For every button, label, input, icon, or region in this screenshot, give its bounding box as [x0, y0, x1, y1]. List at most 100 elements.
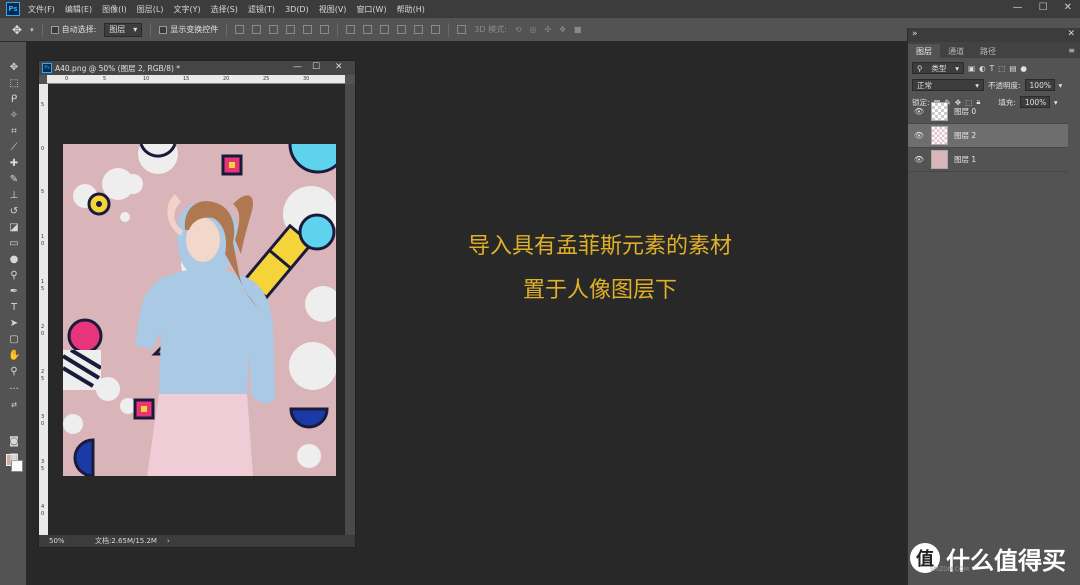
healing-brush-tool-icon[interactable]: ✚ — [8, 158, 20, 169]
tool-preset-dropdown-icon[interactable]: ▾ — [30, 26, 34, 34]
menu-window[interactable]: 窗口(W) — [356, 4, 386, 15]
tools-panel: ✥ ⬚ ᑭ ✧ ⌗ ⟋ ✚ ✎ ⊥ ↺ ◪ ▭ ● ⚲ ✒ T ➤ ▢ ✋ ⚲ … — [0, 42, 27, 585]
clone-stamp-tool-icon[interactable]: ⊥ — [8, 190, 20, 201]
canvas-area[interactable] — [48, 84, 345, 536]
menu-help[interactable]: 帮助(H) — [397, 4, 425, 15]
quick-mask-icon[interactable]: ◙ — [8, 436, 20, 447]
magic-wand-tool-icon[interactable]: ✧ — [8, 110, 20, 121]
screen-mode-icon[interactable]: ▣ — [8, 452, 20, 463]
document-size[interactable]: 文档:2.65M/15.2M — [95, 536, 157, 546]
doc-close-button[interactable]: ✕ — [335, 62, 343, 72]
align-right-icon[interactable] — [320, 25, 330, 34]
3d-rotate-icon[interactable]: ⟲ — [515, 25, 522, 34]
tab-paths[interactable]: 路径 — [972, 44, 1004, 58]
maximize-button[interactable]: ☐ — [1039, 2, 1048, 13]
brush-tool-icon[interactable]: ✎ — [8, 174, 20, 185]
layer-filter-dropdown[interactable]: ⚲ 类型 ▾ — [912, 62, 964, 74]
align-left-icon[interactable] — [286, 25, 296, 34]
move-tool-icon[interactable]: ✥ — [8, 62, 20, 73]
auto-align-icon[interactable] — [457, 25, 467, 34]
menu-view[interactable]: 视图(V) — [319, 4, 347, 15]
menu-type[interactable]: 文字(Y) — [173, 4, 200, 15]
auto-select-checkbox[interactable]: 自动选择: — [50, 24, 96, 35]
distribute-left-icon[interactable] — [397, 25, 407, 34]
distribute-top-icon[interactable] — [346, 25, 356, 34]
distribute-right-icon[interactable] — [431, 25, 441, 34]
menu-select[interactable]: 选择(S) — [211, 4, 238, 15]
type-tool-icon[interactable]: T — [8, 302, 20, 313]
shape-tool-icon[interactable]: ▢ — [8, 334, 20, 345]
layer-name[interactable]: 图层 2 — [954, 130, 976, 141]
close-button[interactable]: ✕ — [1064, 2, 1072, 13]
path-selection-tool-icon[interactable]: ➤ — [8, 318, 20, 329]
zoom-tool-icon[interactable]: ⚲ — [8, 366, 20, 377]
blend-mode-dropdown[interactable]: 正常 ▾ — [912, 79, 984, 91]
menu-layer[interactable]: 图层(L) — [137, 4, 164, 15]
filter-shape-icon[interactable]: ⬚ — [998, 64, 1005, 73]
lasso-tool-icon[interactable]: ᑭ — [8, 94, 20, 105]
canvas-image[interactable] — [63, 144, 336, 476]
distribute-bottom-icon[interactable] — [380, 25, 390, 34]
align-bottom-icon[interactable] — [269, 25, 279, 34]
visibility-eye-icon[interactable]: 👁︎ — [912, 107, 926, 116]
minimize-button[interactable]: — — [1013, 2, 1023, 13]
3d-roll-icon[interactable]: ◎ — [530, 25, 537, 34]
eraser-tool-icon[interactable]: ◪ — [8, 222, 20, 233]
status-menu-chevron-icon[interactable]: › — [167, 537, 170, 545]
tab-layers[interactable]: 图层 — [908, 44, 940, 58]
filter-smart-object-icon[interactable]: ▤ — [1009, 64, 1016, 73]
align-hcenter-icon[interactable] — [303, 25, 313, 34]
visibility-eye-icon[interactable]: 👁︎ — [912, 155, 926, 164]
zoom-level[interactable]: 50% — [49, 537, 95, 545]
layer-name[interactable]: 图层 0 — [954, 106, 976, 117]
auto-select-dropdown[interactable]: 图层 ▾ — [104, 22, 143, 37]
tab-channels[interactable]: 通道 — [940, 44, 972, 58]
gradient-tool-icon[interactable]: ▭ — [8, 238, 20, 249]
layer-row[interactable]: 👁︎ 图层 1 — [908, 148, 1068, 172]
align-top-icon[interactable] — [235, 25, 245, 34]
layer-row-selected[interactable]: 👁︎ 图层 2 — [908, 124, 1068, 148]
menu-file[interactable]: 文件(F) — [28, 4, 55, 15]
align-vcenter-icon[interactable] — [252, 25, 262, 34]
hand-tool-icon[interactable]: ✋ — [8, 350, 20, 361]
blur-tool-icon[interactable]: ● — [8, 254, 20, 265]
filter-adjustment-icon[interactable]: ◐ — [979, 64, 986, 73]
history-brush-tool-icon[interactable]: ↺ — [8, 206, 20, 217]
menu-3d[interactable]: 3D(D) — [285, 5, 309, 14]
pen-tool-icon[interactable]: ✒ — [8, 286, 20, 297]
vertical-scrollbar[interactable] — [345, 84, 355, 536]
ruler-tick-label: 0 — [65, 76, 69, 82]
marquee-tool-icon[interactable]: ⬚ — [8, 78, 20, 89]
opacity-field[interactable]: 100% — [1024, 79, 1055, 91]
collapse-panel-icon[interactable]: » — [912, 29, 918, 39]
crop-tool-icon[interactable]: ⌗ — [8, 126, 20, 137]
chevron-down-icon[interactable]: ▾ — [1059, 81, 1063, 90]
menu-edit[interactable]: 编辑(E) — [65, 4, 92, 15]
filter-pixel-icon[interactable]: ▣ — [968, 64, 975, 73]
doc-maximize-button[interactable]: ☐ — [312, 62, 320, 72]
close-panel-icon[interactable]: ✕ — [1067, 29, 1075, 39]
layer-name[interactable]: 图层 1 — [954, 154, 976, 165]
visibility-eye-icon[interactable]: 👁︎ — [912, 131, 926, 140]
move-tool-icon[interactable]: ✥ — [12, 23, 22, 37]
document-tab[interactable]: Ps A40.png @ 50% (图层 2, RGB/8) * — ☐ ✕ — [39, 61, 355, 75]
eyedropper-tool-icon[interactable]: ⟋ — [8, 142, 20, 153]
document-window: Ps A40.png @ 50% (图层 2, RGB/8) * — ☐ ✕ 0… — [38, 60, 356, 548]
show-transform-checkbox[interactable]: 显示变换控件 — [159, 24, 218, 35]
filter-type-icon[interactable]: T — [990, 64, 995, 73]
filter-toggle-icon[interactable]: ● — [1020, 64, 1027, 73]
doc-minimize-button[interactable]: — — [293, 62, 302, 72]
menu-image[interactable]: 图像(I) — [102, 4, 127, 15]
3d-scale-icon[interactable]: ■ — [574, 25, 582, 34]
swap-colors-icon[interactable]: ⇄ — [8, 400, 20, 411]
distribute-hcenter-icon[interactable] — [414, 25, 424, 34]
layer-row[interactable]: 👁︎ 图层 0 — [908, 100, 1068, 124]
more-tools-icon[interactable]: ··· — [8, 384, 20, 395]
panel-menu-icon[interactable]: ≡ — [1068, 46, 1075, 55]
menu-filter[interactable]: 滤镜(T) — [248, 4, 275, 15]
dodge-tool-icon[interactable]: ⚲ — [8, 270, 20, 281]
3d-drag-icon[interactable]: ✣ — [544, 25, 551, 34]
ruler-tick-label: 0 — [41, 421, 45, 427]
3d-slide-icon[interactable]: ✥ — [559, 25, 566, 34]
distribute-vcenter-icon[interactable] — [363, 25, 373, 34]
